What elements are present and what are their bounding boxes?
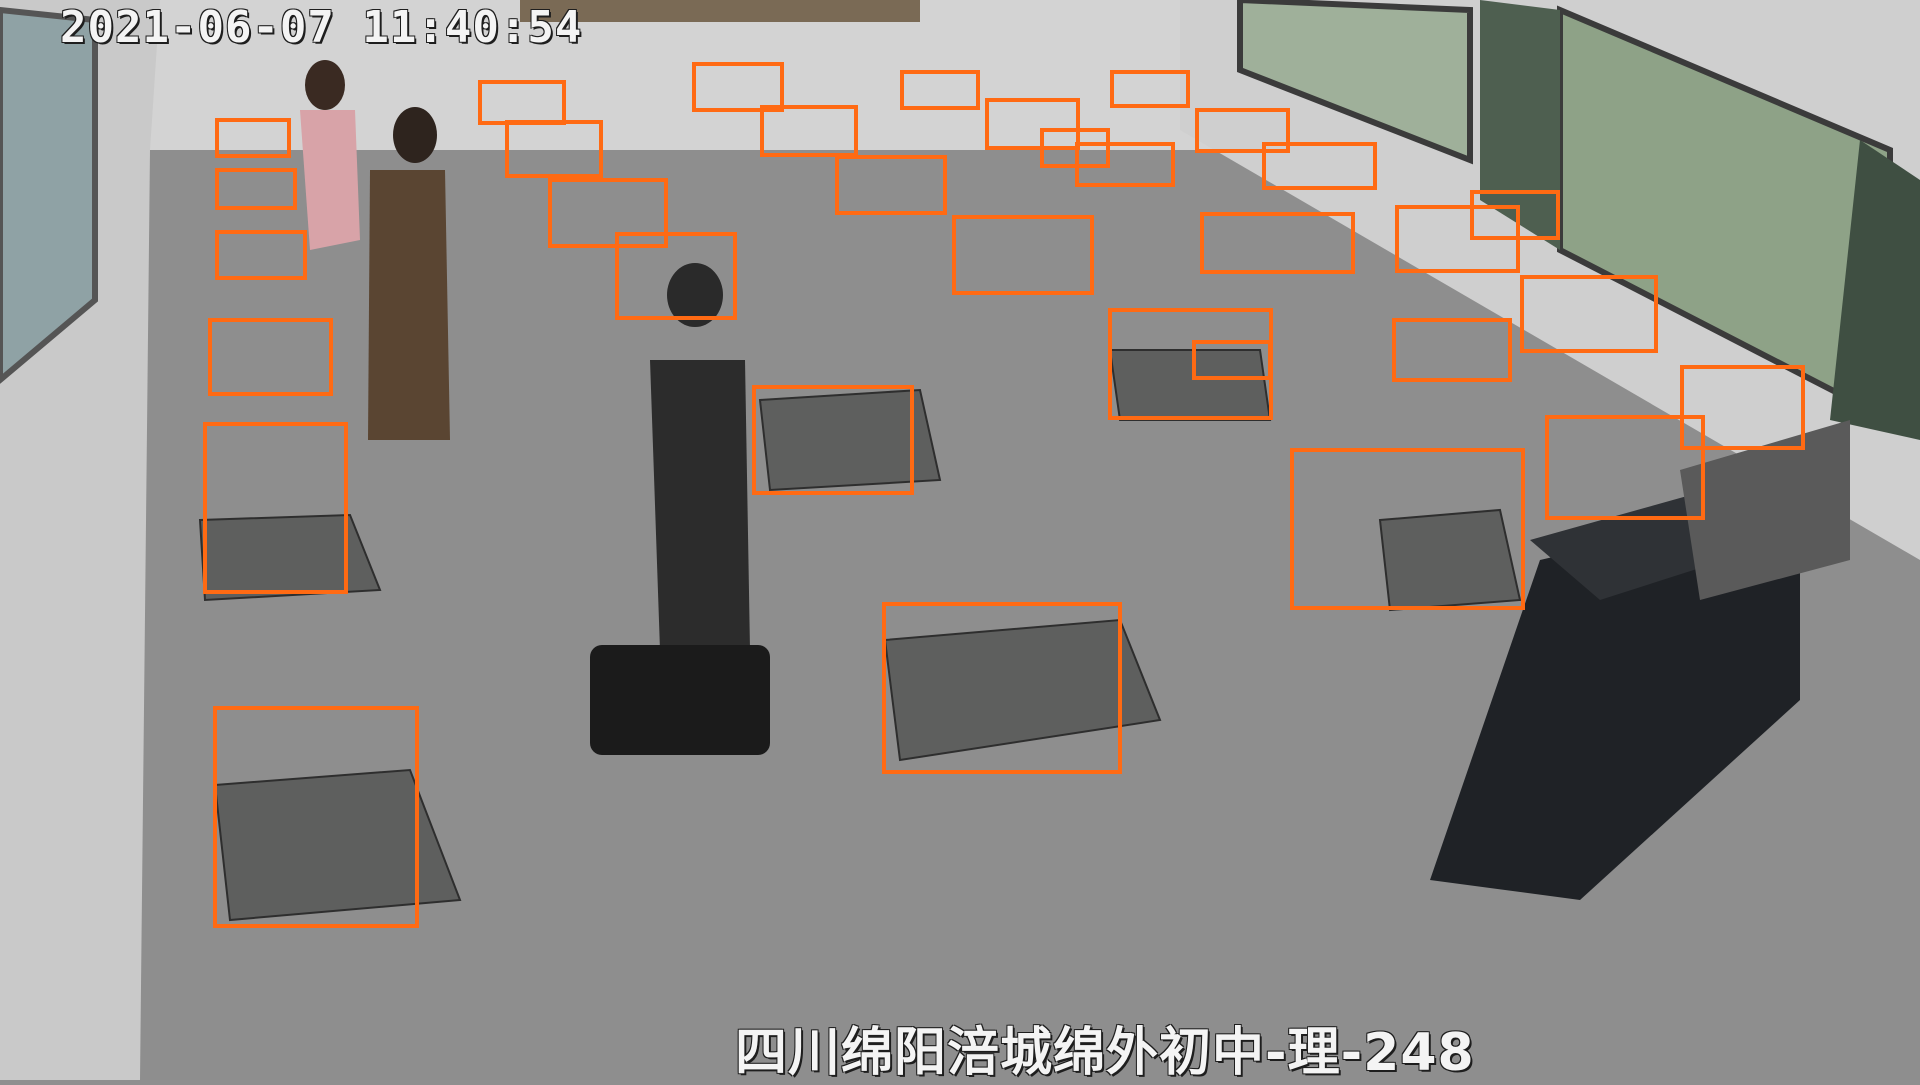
- desk-detection-box: [900, 70, 980, 110]
- desk-detection-box: [1545, 415, 1705, 520]
- desk-detection-box: [1520, 275, 1658, 353]
- desk-detection-box: [615, 232, 737, 320]
- desk-detection-box: [215, 118, 291, 158]
- desk-detection-box: [215, 230, 307, 280]
- desk-detection-box: [1110, 70, 1190, 108]
- desk-detection-box: [203, 422, 348, 594]
- desk-detection-box: [1392, 318, 1512, 382]
- camera-label-overlay: 四川绵阳涪城绵外初中-理-248: [735, 1023, 1475, 1083]
- desk-detection-box: [1192, 340, 1272, 380]
- timestamp-overlay: 2021-06-07 11:40:54: [60, 2, 583, 53]
- desk-detection-box: [1470, 190, 1560, 240]
- desk-detection-box: [835, 155, 947, 215]
- desk-detection-box: [752, 385, 914, 495]
- desk-detection-box: [505, 120, 603, 178]
- detection-boxes: [0, 0, 1920, 1080]
- desk-detection-box: [1262, 142, 1377, 190]
- desk-detection-box: [952, 215, 1094, 295]
- desk-detection-box: [1040, 128, 1110, 168]
- desk-detection-box: [215, 168, 297, 210]
- desk-detection-box: [208, 318, 333, 396]
- desk-detection-box: [882, 602, 1122, 774]
- desk-detection-box: [1290, 448, 1525, 610]
- desk-detection-box: [478, 80, 566, 125]
- desk-detection-box: [1200, 212, 1355, 274]
- desk-detection-box: [213, 706, 419, 928]
- desk-detection-box: [760, 105, 858, 157]
